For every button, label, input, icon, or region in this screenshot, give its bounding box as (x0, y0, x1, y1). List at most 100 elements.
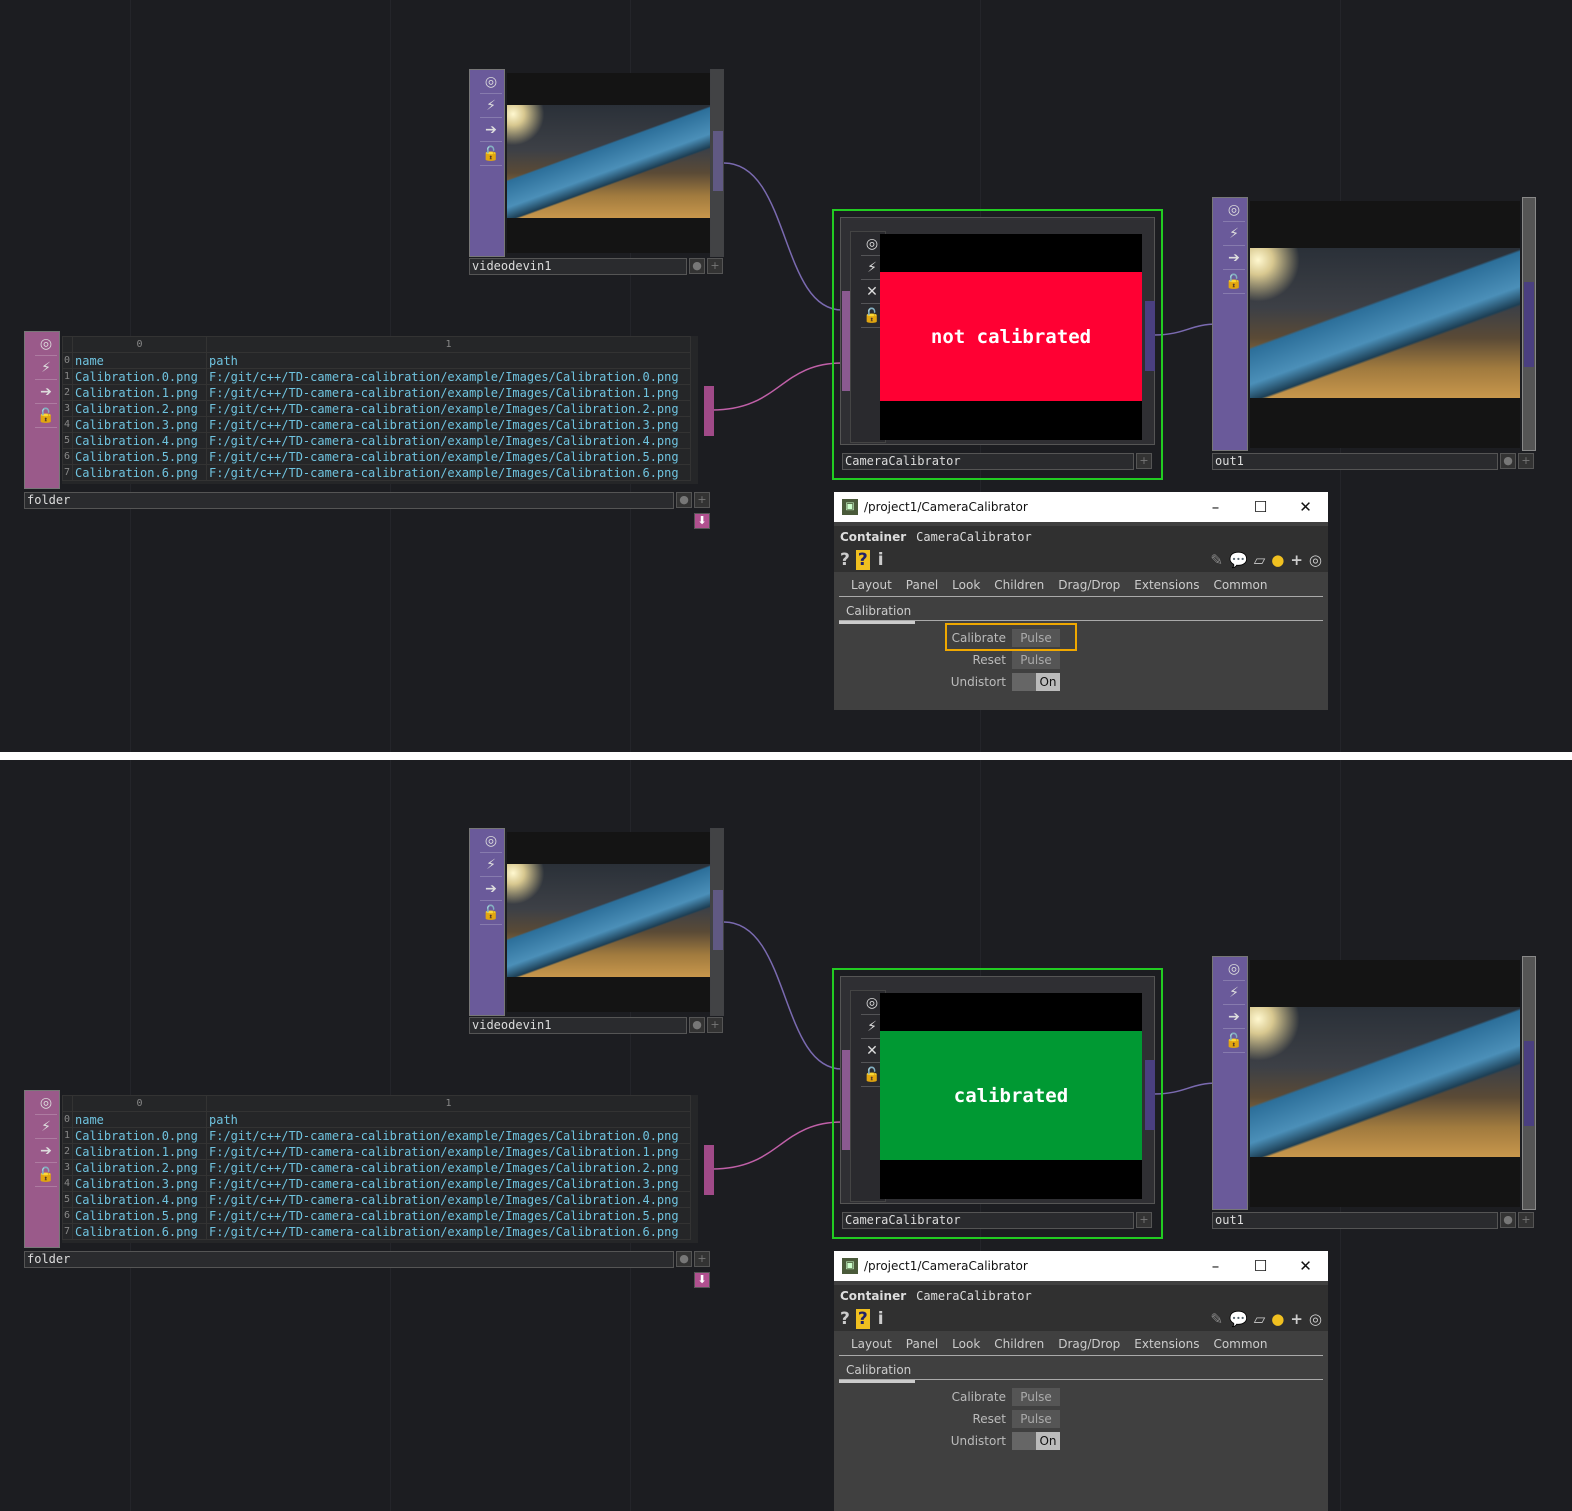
help-icon[interactable]: ? (840, 1309, 850, 1329)
table-row[interactable]: 6 Calibration.5.png F:/git/c++/TD-camera-c… (62, 1207, 691, 1224)
output-connector[interactable] (1524, 1041, 1534, 1126)
node-label[interactable]: CameraCalibrator (842, 1212, 1134, 1229)
tab-layout[interactable]: Layout (851, 578, 892, 592)
viewer-button[interactable]: ● (1500, 1212, 1516, 1228)
viewer-button[interactable]: ● (676, 492, 692, 508)
op-name-field[interactable]: CameraCalibrator (916, 530, 1032, 544)
display-icon[interactable]: ➔ (1223, 246, 1245, 270)
minimize-button[interactable]: – (1193, 498, 1238, 516)
clipboard-icon[interactable]: ▱ (1254, 551, 1266, 569)
undistort-toggle[interactable]: On (1012, 1432, 1060, 1450)
folder-node[interactable]: ◎ ⚡ ➔ 🔓 0 1 0 name path 1 Calibration.0.png F:/git… (24, 331, 714, 531)
add-button[interactable]: + (1136, 1212, 1152, 1228)
videodevin1-node[interactable]: ◎ ⚡ ➔ 🔓 videodevin1 ● + (469, 69, 724, 275)
out1-node[interactable]: ◎ ⚡ ➔ 🔓 out1 ● + (1212, 956, 1536, 1231)
bypass-icon[interactable]: ⚡ (1223, 222, 1245, 246)
add-button[interactable]: + (707, 258, 723, 274)
bypass-icon[interactable]: ⚡ (480, 853, 502, 877)
output-connector[interactable] (1145, 301, 1155, 371)
bypass-icon[interactable]: ⚡ (1223, 981, 1245, 1005)
output-connector[interactable] (704, 386, 714, 436)
pulse-button[interactable]: Pulse (1012, 1388, 1060, 1406)
viewer-button[interactable]: ● (689, 258, 705, 274)
pulse-button[interactable]: Pulse (1012, 651, 1060, 669)
node-label[interactable]: videodevin1 (469, 1017, 687, 1034)
op-name-field[interactable]: CameraCalibrator (916, 1289, 1032, 1303)
table-row[interactable]: 1 Calibration.0.png F:/git/c++/TD-camera-c… (62, 368, 691, 385)
python-help-icon[interactable]: ? (855, 550, 870, 570)
bypass-icon[interactable]: ⚡ (35, 1115, 57, 1139)
edit-icon[interactable]: ✎ (1210, 1310, 1223, 1328)
add-icon[interactable]: + (1290, 551, 1303, 569)
output-connector[interactable] (704, 1145, 714, 1195)
table-row[interactable]: 1 Calibration.0.png F:/git/c++/TD-camera-c… (62, 1127, 691, 1144)
tab-look[interactable]: Look (952, 578, 980, 592)
edit-icon[interactable]: ✎ (1210, 551, 1223, 569)
title-bar[interactable]: ▣ /project1/CameraCalibrator – ☐ ✕ (834, 1251, 1328, 1281)
folder-node[interactable]: ◎ ⚡ ➔ 🔓 0 1 0 name path 1 Calibration.0.png F:/git… (24, 1090, 714, 1290)
lock-icon[interactable]: 🔓 (480, 142, 502, 166)
display-icon[interactable]: ➔ (35, 1139, 57, 1163)
videodevin1-sidebar[interactable]: ◎ ⚡ ➔ 🔓 (469, 69, 505, 257)
lock-icon[interactable]: 🔓 (480, 901, 502, 925)
viewer-button[interactable]: ● (676, 1251, 692, 1267)
table-row[interactable]: 6 Calibration.5.png F:/git/c++/TD-camera-c… (62, 448, 691, 465)
clipboard-icon[interactable]: ▱ (1254, 1310, 1266, 1328)
lock-icon[interactable]: 🔓 (1223, 270, 1245, 294)
table-row[interactable]: 7 Calibration.6.png F:/git/c++/TD-camera-c… (62, 1223, 691, 1240)
download-icon[interactable]: ⬇ (694, 513, 710, 529)
cameracalibrator-node[interactable]: ◎ ⚡ ✕ 🔓 not calibrated CameraCalibrator + (832, 209, 1163, 480)
node-label[interactable]: CameraCalibrator (842, 453, 1134, 470)
comment-icon[interactable]: 💬 (1229, 551, 1248, 569)
tab-layout[interactable]: Layout (851, 1337, 892, 1351)
viewer-toggle-icon[interactable]: ◎ (35, 332, 57, 356)
tab-drag-drop[interactable]: Drag/Drop (1058, 578, 1120, 592)
pulse-button[interactable]: Pulse (1012, 1410, 1060, 1428)
table-row[interactable]: 0 name path (62, 352, 691, 369)
viewer-toggle-icon[interactable]: ◎ (1223, 957, 1245, 981)
out1-sidebar[interactable]: ◎ ⚡ ➔ 🔓 (1212, 956, 1248, 1210)
viewer-toggle-icon[interactable]: ◎ (35, 1091, 57, 1115)
maximize-button[interactable]: ☐ (1238, 498, 1283, 516)
title-bar[interactable]: ▣ /project1/CameraCalibrator – ☐ ✕ (834, 492, 1328, 522)
tab-children[interactable]: Children (994, 578, 1044, 592)
python-icon[interactable]: ● (1271, 1310, 1284, 1328)
add-button[interactable]: + (1518, 1212, 1534, 1228)
undistort-toggle[interactable]: On (1012, 673, 1060, 691)
tab-common[interactable]: Common (1213, 578, 1267, 592)
close-button[interactable]: ✕ (1283, 498, 1328, 516)
display-icon[interactable]: ➔ (480, 877, 502, 901)
tab-panel[interactable]: Panel (906, 578, 938, 592)
comment-icon[interactable]: 💬 (1229, 1310, 1248, 1328)
bypass-icon[interactable]: ⚡ (480, 94, 502, 118)
folder-sidebar[interactable]: ◎ ⚡ ➔ 🔓 (24, 1090, 60, 1248)
viewer-button[interactable]: ● (1500, 453, 1516, 469)
target-icon[interactable]: ◎ (1309, 551, 1322, 569)
tab-common[interactable]: Common (1213, 1337, 1267, 1351)
videodevin1-sidebar[interactable]: ◎ ⚡ ➔ 🔓 (469, 828, 505, 1016)
close-button[interactable]: ✕ (1283, 1257, 1328, 1275)
tab-calibration[interactable]: Calibration (839, 601, 915, 624)
download-icon[interactable]: ⬇ (694, 1272, 710, 1288)
add-button[interactable]: + (1518, 453, 1534, 469)
add-icon[interactable]: + (1290, 1310, 1303, 1328)
table-row[interactable]: 4 Calibration.3.png F:/git/c++/TD-camera-c… (62, 416, 691, 433)
target-icon[interactable]: ◎ (1309, 1310, 1322, 1328)
out1-sidebar[interactable]: ◎ ⚡ ➔ 🔓 (1212, 197, 1248, 451)
display-icon[interactable]: ➔ (1223, 1005, 1245, 1029)
node-label[interactable]: folder (24, 492, 674, 509)
add-button[interactable]: + (694, 492, 710, 508)
tab-extensions[interactable]: Extensions (1134, 578, 1199, 592)
tab-drag-drop[interactable]: Drag/Drop (1058, 1337, 1120, 1351)
add-button[interactable]: + (1136, 453, 1152, 469)
viewer-toggle-icon[interactable]: ◎ (480, 70, 502, 94)
table-row[interactable]: 5 Calibration.4.png F:/git/c++/TD-camera-c… (62, 432, 691, 449)
table-row[interactable]: 7 Calibration.6.png F:/git/c++/TD-camera-c… (62, 464, 691, 481)
display-icon[interactable]: ➔ (35, 380, 57, 404)
output-connector[interactable] (1524, 282, 1534, 367)
python-help-icon[interactable]: ? (855, 1309, 870, 1329)
tab-children[interactable]: Children (994, 1337, 1044, 1351)
tab-panel[interactable]: Panel (906, 1337, 938, 1351)
lock-icon[interactable]: 🔓 (35, 404, 57, 428)
node-label[interactable]: out1 (1212, 1212, 1498, 1229)
